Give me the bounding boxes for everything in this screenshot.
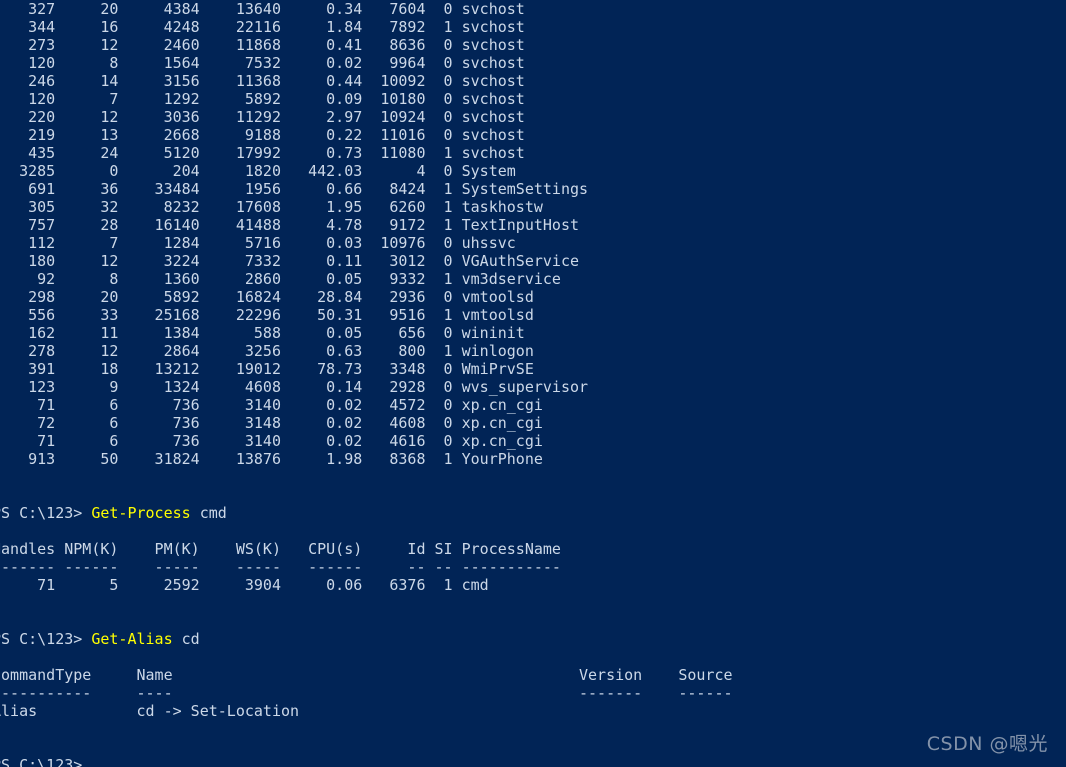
table-row: 123 9 1324 4608 0.14 2928 0 wvs_supervis…	[0, 378, 589, 396]
table-row: 327 20 4384 13640 0.34 7604 0 svchost	[0, 0, 525, 18]
table-row: 305 32 8232 17608 1.95 6260 1 taskhostw	[0, 198, 543, 216]
table-row: 92 8 1360 2860 0.05 9332 1 vm3dservice	[0, 270, 561, 288]
prompt-space-2	[191, 504, 200, 522]
terminal-screen: 327 20 4384 13640 0.34 7604 0 svchost 34…	[0, 0, 1066, 767]
table-row: 246 14 3156 11368 0.44 10092 0 svchost	[0, 72, 525, 90]
prompt-path: PS C:\123>	[0, 630, 83, 648]
prompt-space-1	[82, 630, 91, 648]
table-row: 162 11 1384 588 0.05 656 0 wininit	[0, 324, 525, 342]
prompt-path: PS C:\123>	[0, 504, 83, 522]
prompt-line-3[interactable]: PS C:\123>	[0, 756, 1066, 767]
prompt-path: PS C:\123>	[0, 756, 83, 767]
table-row: 71 6 736 3140 0.02 4616 0 xp.cn_cgi	[0, 432, 543, 450]
table-row: 71 6 736 3140 0.02 4572 0 xp.cn_cgi	[0, 396, 543, 414]
table-row: 219 13 2668 9188 0.22 11016 0 svchost	[0, 126, 525, 144]
table-row: 3285 0 204 1820 442.03 4 0 System	[0, 162, 516, 180]
get-process-rule-row: ------- ------ ----- ----- ------ -- -- …	[0, 558, 561, 576]
table-row: 71 5 2592 3904 0.06 6376 1 cmd	[0, 576, 489, 594]
table-row: 278 12 2864 3256 0.63 800 1 winlogon	[0, 342, 534, 360]
table-row: 120 7 1292 5892 0.09 10180 0 svchost	[0, 90, 525, 108]
prompt-space-1	[82, 504, 91, 522]
process-table-scrollback: 327 20 4384 13640 0.34 7604 0 svchost 34…	[0, 0, 1066, 468]
get-alias-rule-row: ----------- ---- ------- ------	[0, 684, 733, 702]
table-row: 391 18 13212 19012 78.73 3348 0 WmiPrvSE	[0, 360, 534, 378]
table-row: 273 12 2460 11868 0.41 8636 0 svchost	[0, 36, 525, 54]
get-alias-header-row: CommandType Name Version Source	[0, 666, 733, 684]
table-row: 298 20 5892 16824 28.84 2936 0 vmtoolsd	[0, 288, 534, 306]
table-row: 435 24 5120 17992 0.73 11080 1 svchost	[0, 144, 525, 162]
prompt-line-2[interactable]: PS C:\123> Get-Alias cd	[0, 630, 1066, 648]
table-row: Alias cd -> Set-Location	[0, 702, 679, 720]
table-row: 72 6 736 3148 0.02 4608 0 xp.cn_cgi	[0, 414, 543, 432]
get-process-header-row: Handles NPM(K) PM(K) WS(K) CPU(s) Id SI …	[0, 540, 561, 558]
table-row: 757 28 16140 41488 4.78 9172 1 TextInput…	[0, 216, 579, 234]
powershell-terminal[interactable]: 327 20 4384 13640 0.34 7604 0 svchost 34…	[0, 0, 1066, 767]
table-row: 344 16 4248 22116 1.84 7892 1 svchost	[0, 18, 525, 36]
table-row: 112 7 1284 5716 0.03 10976 0 uhssvc	[0, 234, 516, 252]
command-argument: cmd	[199, 504, 227, 522]
table-row: 691 36 33484 1956 0.66 8424 1 SystemSett…	[0, 180, 589, 198]
table-row: 913 50 31824 13876 1.98 8368 1 YourPhone	[0, 450, 543, 468]
table-row: 220 12 3036 11292 2.97 10924 0 svchost	[0, 108, 525, 126]
prompt-space-2	[173, 630, 182, 648]
command-cmdlet: Get-Process	[91, 504, 191, 522]
table-row: 180 12 3224 7332 0.11 3012 0 VGAuthServi…	[0, 252, 579, 270]
command-argument: cd	[181, 630, 200, 648]
table-row: 120 8 1564 7532 0.02 9964 0 svchost	[0, 54, 525, 72]
table-row: 556 33 25168 22296 50.31 9516 1 vmtoolsd	[0, 306, 534, 324]
prompt-line-1[interactable]: PS C:\123> Get-Process cmd	[0, 504, 1066, 522]
command-cmdlet: Get-Alias	[91, 630, 173, 648]
